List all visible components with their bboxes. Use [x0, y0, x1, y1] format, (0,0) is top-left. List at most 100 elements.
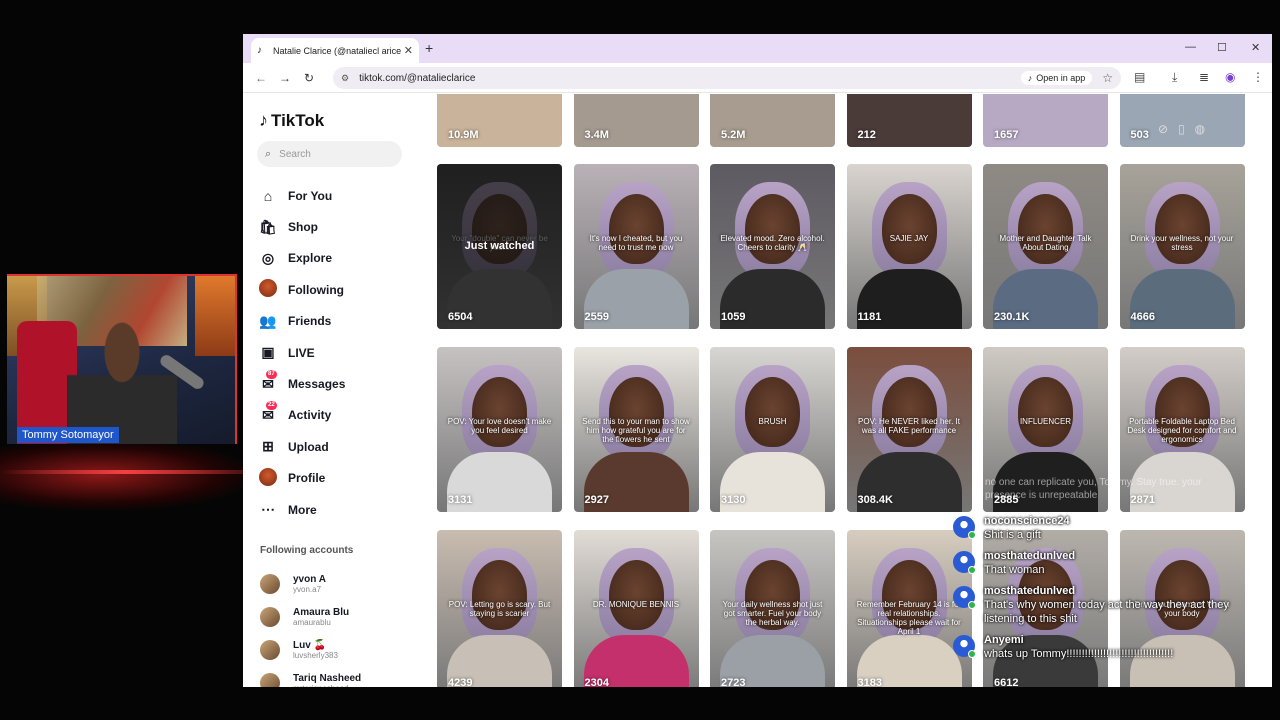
wall-poster: [195, 276, 235, 356]
video-thumbnail[interactable]: 3.4M: [573, 94, 699, 147]
video-caption: Send this to your man to show him how gr…: [582, 417, 690, 444]
reload-icon[interactable]: ↻: [304, 71, 314, 85]
following-account[interactable]: Amaura Blu amaurablu: [260, 600, 420, 633]
pip-icon[interactable]: ⊘: [1158, 122, 1168, 136]
online-status-icon: [968, 531, 976, 539]
media-control-icon[interactable]: ≣: [1199, 70, 1209, 84]
view-count: 10.9M: [448, 129, 479, 141]
sidebar-item-activity[interactable]: ✉ 22 Activity: [259, 400, 424, 431]
video-caption: Remember February 14 is for real relatio…: [856, 600, 962, 636]
view-count: 3.4M: [584, 129, 609, 141]
account-handle: yvon.a7: [293, 584, 322, 594]
browser-tab[interactable]: ♪ Natalie Clarice (@nataliecl arice ✕: [251, 38, 419, 63]
video-caption: BRUSH: [758, 417, 787, 426]
notification-badge: 87: [266, 369, 277, 379]
sidebar-item-for-you[interactable]: ⌂ For You: [259, 180, 424, 211]
home-icon: ⌂: [263, 187, 273, 204]
view-count: 1059: [721, 311, 746, 323]
video-thumbnail[interactable]: POV: Letting go is scary. But staying is…: [437, 530, 562, 687]
video-thumbnail[interactable]: BRUSH 3130: [710, 347, 835, 512]
video-thumbnail[interactable]: 503: [1119, 94, 1245, 147]
live-icon: ▣: [261, 344, 275, 361]
phone-icon[interactable]: ▯: [1178, 122, 1185, 136]
tiktok-logo[interactable]: ♪ TikTok: [259, 110, 324, 131]
sidebar-item-more[interactable]: ⋯ More: [259, 494, 424, 525]
face-shape: [1154, 194, 1210, 264]
browser-toolbar: ← → ↻ ⚙ tiktok.com/@natalieclarice ♪ Ope…: [243, 63, 1272, 93]
reading-mode-icon[interactable]: ▤: [1134, 70, 1145, 84]
more-icon: ⋯: [261, 501, 275, 518]
video-thumbnail[interactable]: 1657: [983, 94, 1108, 147]
open-in-app-button[interactable]: ♪ Open in app: [1020, 71, 1093, 85]
search-input[interactable]: ⌕ Search: [257, 141, 402, 167]
tab-title: Natalie Clarice (@nataliecl arice: [273, 45, 402, 56]
sidebar-item-explore[interactable]: ◎ Explore: [259, 243, 424, 274]
minimize-icon[interactable]: —: [1185, 41, 1196, 53]
stream-canvas: Tommy Sotomayor ♪ Natalie Clarice (@nata…: [0, 0, 1280, 720]
account-handle: luvsherly383: [293, 650, 338, 660]
video-thumbnail[interactable]: Your "double" can never be you...Just wa…: [437, 164, 562, 329]
maximize-icon[interactable]: ☐: [1217, 41, 1227, 54]
following-account[interactable]: Luv 🍒 luvsherly383: [260, 633, 420, 666]
video-thumbnail[interactable]: Your daily wellness shot just got smarte…: [710, 530, 835, 687]
site-info-icon[interactable]: ⚙: [341, 73, 349, 84]
chat-avatar-icon: [953, 586, 976, 609]
video-caption: DR. MONIQUE BENNIS: [592, 600, 680, 609]
sidebar-item-profile[interactable]: Profile: [259, 463, 424, 494]
video-caption: POV: Your love doesn't make you feel des…: [447, 417, 552, 435]
face-shape: [881, 194, 937, 264]
close-tab-icon[interactable]: ✕: [404, 44, 413, 57]
following-avatar-icon: [259, 279, 277, 300]
view-count: 4666: [1130, 311, 1155, 323]
video-thumbnail[interactable]: It's now I cheated, but you need to trus…: [573, 164, 699, 329]
account-text: Tariq Nasheedmrtariqnasheed: [293, 673, 361, 688]
download-icon[interactable]: ⤓: [1172, 70, 1177, 85]
back-icon[interactable]: ←: [255, 71, 267, 85]
profile-avatar-icon[interactable]: ◉: [1225, 70, 1235, 84]
following-account[interactable]: yvon Ayvon.a7: [260, 567, 420, 600]
sidebar-item-label: Shop: [288, 220, 318, 235]
video-thumbnail[interactable]: DR. MONIQUE BENNIS 2304: [573, 530, 699, 687]
video-thumbnail[interactable]: 10.9M: [437, 94, 562, 147]
new-tab-icon[interactable]: +: [425, 40, 433, 56]
search-icon: ⌕: [265, 147, 272, 160]
sidebar-nav: ⌂ For You 🛍 Shop ◎ Explore Following 👥 Friends ▣ L…: [259, 180, 424, 525]
following-account[interactable]: Tariq Nasheedmrtariqnasheed: [260, 666, 420, 687]
browser-menu-icon[interactable]: ⋮: [1252, 70, 1264, 84]
online-status-icon: [968, 601, 976, 609]
browser-tab-strip: ♪ Natalie Clarice (@nataliecl arice ✕ + …: [243, 34, 1272, 63]
account-name: yvon A: [293, 573, 326, 585]
activity-icon: ✉ 22: [262, 400, 277, 423]
open-in-app-label: Open in app: [1036, 73, 1086, 83]
view-count: 2304: [584, 677, 609, 687]
sidebar-item-shop[interactable]: 🛍 Shop: [259, 211, 424, 242]
address-bar[interactable]: ⚙ tiktok.com/@natalieclarice ♪ Open in a…: [333, 67, 1121, 89]
following-accounts-list: yvon Ayvon.a7 Amaura Blu amaurablu Luv 🍒 luv…: [260, 567, 420, 687]
sidebar-item-live[interactable]: ▣ LIVE: [259, 337, 424, 368]
close-window-icon[interactable]: ✕: [1251, 41, 1260, 54]
sidebar-item-friends[interactable]: 👥 Friends: [259, 306, 424, 337]
video-caption: POV: Letting go is scary. But staying is…: [448, 600, 551, 618]
sidebar-item-upload[interactable]: ⊞ Upload: [259, 431, 424, 462]
forward-icon[interactable]: →: [279, 71, 291, 85]
upload-icon: ⊞: [262, 438, 274, 455]
video-thumbnail[interactable]: POV: He NEVER liked her. It was all FAKE…: [846, 347, 972, 512]
chat-avatar-icon: [953, 516, 976, 539]
chat-message: Anyemi whats up Tommy!!!!!!!!!!!!!!!!!!!!…: [950, 633, 1250, 661]
video-thumbnail[interactable]: Elevated mood. Zero alcohol. Cheers to c…: [710, 164, 835, 329]
video-thumbnail[interactable]: Mother and Daughter Talk About Dating 230…: [983, 164, 1108, 329]
video-thumbnail[interactable]: SAJIE JAY 1181: [846, 164, 972, 329]
bookmark-star-icon[interactable]: ☆: [1102, 71, 1113, 85]
video-thumbnail[interactable]: 212: [846, 94, 972, 147]
sidebar-item-following[interactable]: Following: [259, 274, 424, 305]
video-thumbnail[interactable]: 5.2M: [710, 94, 835, 147]
following-avatar-icon: [259, 279, 277, 298]
sidebar-item-messages[interactable]: ✉ 87 Messages: [259, 368, 424, 399]
video-thumbnail[interactable]: POV: Your love doesn't make you feel des…: [437, 347, 562, 512]
avatar: [260, 573, 280, 594]
video-thumbnail[interactable]: Send this to your man to show him how gr…: [573, 347, 699, 512]
face-shape: [1018, 377, 1073, 447]
video-thumbnail[interactable]: Drink your wellness, not your stress 4666: [1119, 164, 1245, 329]
account-text: Luv 🍒 luvsherly383: [293, 640, 338, 660]
avatar-icon[interactable]: ◍: [1195, 122, 1205, 136]
